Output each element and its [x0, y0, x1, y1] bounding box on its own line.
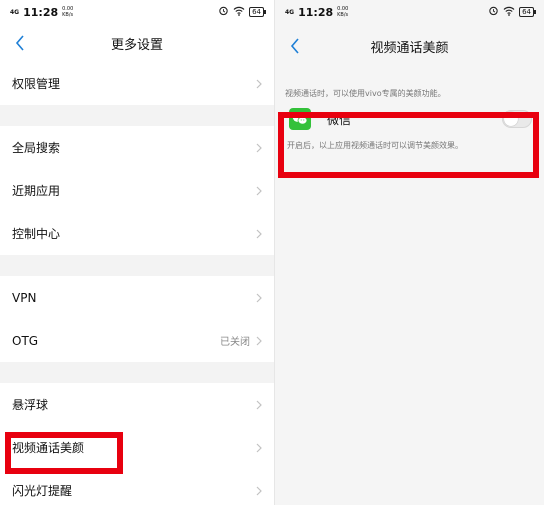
- network-speed: 0.00 KB/s: [337, 6, 349, 18]
- settings-item-floating-ball[interactable]: 悬浮球: [0, 383, 274, 426]
- network-speed: 0.00 KB/s: [62, 6, 74, 18]
- chevron-left-icon: [15, 35, 24, 51]
- item-label: 近期应用: [12, 184, 61, 198]
- more-settings-screen: 4G 11:28 0.00 KB/s 64 更多设置 权限管理 全局搜索 近期应…: [0, 0, 274, 505]
- settings-item-video-call-beauty[interactable]: 视频通话美颜: [0, 426, 274, 469]
- chevron-right-icon: [254, 292, 264, 304]
- status-bar: 4G 11:28 0.00 KB/s 64: [0, 0, 274, 24]
- wifi-icon: [233, 6, 245, 19]
- alarm-icon: [488, 5, 499, 19]
- settings-item-vpn[interactable]: VPN: [0, 276, 274, 319]
- battery-indicator: 64: [249, 7, 266, 17]
- app-name: 微信: [327, 112, 352, 127]
- section-divider: [0, 255, 274, 276]
- section-divider: [0, 105, 274, 126]
- feature-note: 开启后，以上应用视频通话时可以调节美颜效果。: [287, 140, 463, 150]
- section-divider: [0, 362, 274, 383]
- item-label: VPN: [12, 290, 37, 305]
- chevron-right-icon: [254, 442, 264, 454]
- settings-item-global-search[interactable]: 全局搜索: [0, 126, 274, 169]
- chevron-right-icon: [254, 228, 264, 240]
- item-label: 闪光灯提醒: [12, 484, 73, 498]
- page-title: 更多设置: [110, 37, 163, 53]
- feature-description: 视频通话时，可以使用vivo专属的美颜功能。: [285, 88, 446, 98]
- settings-item-flash-alert[interactable]: 闪光灯提醒: [0, 469, 274, 505]
- wifi-icon: [503, 6, 515, 19]
- status-bar: 4G 11:28 0.00 KB/s 64: [275, 0, 544, 24]
- chevron-right-icon: [254, 485, 264, 497]
- chevron-left-icon: [290, 38, 299, 54]
- back-button[interactable]: [285, 33, 305, 59]
- item-label: 视频通话美颜: [12, 441, 85, 455]
- header: 更多设置: [0, 24, 274, 62]
- settings-item-recent-apps[interactable]: 近期应用: [0, 169, 274, 212]
- chevron-right-icon: [254, 78, 264, 90]
- item-label: 悬浮球: [12, 398, 49, 412]
- status-time: 11:28: [23, 5, 59, 19]
- chevron-right-icon: [254, 142, 264, 154]
- item-label: OTG: [12, 333, 39, 348]
- page-title: 视频通话美颜: [370, 40, 449, 56]
- chevron-right-icon: [254, 185, 264, 197]
- otg-status: 已关闭: [220, 337, 250, 348]
- status-time: 11:28: [298, 5, 334, 19]
- alarm-icon: [218, 5, 229, 19]
- network-indicator: 4G: [10, 8, 20, 16]
- video-call-beauty-screen: 4G 11:28 0.00 KB/s 64 视频通话美颜 视频通话时，可以使用v…: [274, 0, 544, 505]
- app-row-wechat: 微信: [275, 104, 544, 134]
- wechat-icon: [289, 108, 311, 130]
- chevron-right-icon: [254, 335, 264, 347]
- settings-item-otg[interactable]: OTG 已关闭: [0, 319, 274, 362]
- battery-indicator: 64: [519, 7, 536, 17]
- item-label: 全局搜索: [12, 141, 61, 155]
- settings-item-control-center[interactable]: 控制中心: [0, 212, 274, 255]
- settings-item-permissions[interactable]: 权限管理: [0, 62, 274, 105]
- back-button[interactable]: [10, 30, 30, 56]
- item-label: 控制中心: [12, 227, 61, 241]
- chevron-right-icon: [254, 399, 264, 411]
- toggle-knob: [504, 112, 518, 126]
- header: 视频通话美颜: [275, 24, 544, 68]
- item-label: 权限管理: [12, 77, 61, 91]
- network-indicator: 4G: [285, 8, 295, 16]
- beauty-toggle[interactable]: [502, 110, 532, 128]
